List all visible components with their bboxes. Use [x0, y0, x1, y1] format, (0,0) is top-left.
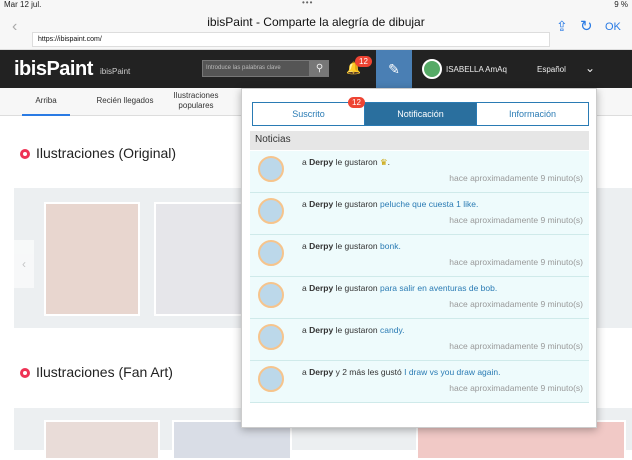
- notification-time: hace aproximadamente 9 minuto(s): [449, 257, 583, 267]
- tab-notificacion[interactable]: Notificación: [365, 103, 477, 125]
- avatar: [258, 156, 284, 182]
- notification-item[interactable]: a Derpy y 2 más les gustó I draw vs you …: [250, 361, 589, 403]
- username[interactable]: ISABELLA AmAq: [446, 65, 507, 74]
- notification-item[interactable]: a Derpy le gustaron para salir en aventu…: [250, 277, 589, 319]
- notification-text: a Derpy y 2 más les gustó I draw vs you …: [302, 367, 501, 377]
- share-icon[interactable]: ⇪: [556, 18, 568, 35]
- notification-time: hace aproximadamente 9 minuto(s): [449, 173, 583, 183]
- carousel-left-icon[interactable]: ‹: [14, 240, 34, 288]
- thumbnail[interactable]: [44, 420, 160, 460]
- thumbnail[interactable]: [154, 202, 250, 316]
- edit-icon[interactable]: ✎: [376, 50, 412, 88]
- logo[interactable]: ibisPaint: [14, 58, 93, 81]
- avatar: [258, 240, 284, 266]
- page-title: ibisPaint - Comparte la alegría de dibuj…: [207, 15, 425, 29]
- notification-time: hace aproximadamente 9 minuto(s): [449, 383, 583, 393]
- crown-icon: ♛: [380, 157, 388, 167]
- notification-time: hace aproximadamente 9 minuto(s): [449, 215, 583, 225]
- notification-item[interactable]: a Derpy le gustaron bonk. hace aproximad…: [250, 235, 589, 277]
- notification-time: hace aproximadamente 9 minuto(s): [449, 299, 583, 309]
- rainbow-icon: [20, 368, 30, 378]
- tab-arriba[interactable]: Arriba: [22, 88, 70, 116]
- language-select[interactable]: Español: [537, 65, 566, 74]
- section-title-original: Ilustraciones (Original): [20, 145, 176, 161]
- notification-item[interactable]: a Derpy le gustaron candy. hace aproxima…: [250, 319, 589, 361]
- rainbow-icon: [20, 149, 30, 159]
- reload-icon[interactable]: ↻: [580, 17, 593, 35]
- search-input[interactable]: Introduce las palabras clave: [202, 60, 310, 77]
- tab-recien-llegados[interactable]: Recién llegados: [90, 88, 160, 116]
- notification-tab-badge: 12: [348, 97, 365, 108]
- notification-item[interactable]: a Derpy le gustaron ♛. hace aproximadame…: [250, 151, 589, 193]
- notification-text: a Derpy le gustaron ♛.: [302, 157, 391, 167]
- search-icon[interactable]: ⚲: [310, 60, 329, 77]
- url-field[interactable]: https://ibispaint.com/: [32, 32, 550, 47]
- site-header: ibisPaint ibisPaint Introduce las palabr…: [0, 50, 632, 88]
- section-title-fanart: Ilustraciones (Fan Art): [20, 364, 173, 380]
- tab-dots-icon[interactable]: •••: [302, 0, 313, 7]
- thumbnail[interactable]: [44, 202, 140, 316]
- notification-item[interactable]: a Derpy le gustaron peluche que cuesta 1…: [250, 193, 589, 235]
- logo-subtitle: ibisPaint: [100, 67, 131, 76]
- tab-ilustraciones-populares[interactable]: Ilustraciones populares: [168, 88, 224, 116]
- browser-toolbar: ‹ ibisPaint - Comparte la alegría de dib…: [0, 10, 632, 50]
- avatar: [258, 282, 284, 308]
- battery-level: 9 %: [614, 0, 628, 9]
- notification-badge: 12: [355, 56, 372, 67]
- avatar: [258, 324, 284, 350]
- tab-informacion[interactable]: Información: [477, 103, 588, 125]
- tab-suscrito[interactable]: Suscrito: [253, 103, 365, 125]
- status-time: Mar 12 jul.: [4, 0, 42, 9]
- notifications-panel: Suscrito Notificación Información Notici…: [241, 88, 597, 428]
- notification-text: a Derpy le gustaron bonk.: [302, 241, 401, 251]
- done-button[interactable]: OK: [605, 21, 621, 33]
- notification-text: a Derpy le gustaron peluche que cuesta 1…: [302, 199, 479, 209]
- notification-text: a Derpy le gustaron candy.: [302, 325, 405, 335]
- notification-time: hace aproximadamente 9 minuto(s): [449, 341, 583, 351]
- avatar[interactable]: [422, 59, 442, 79]
- notification-list[interactable]: a Derpy le gustaron ♛. hace aproximadame…: [250, 151, 589, 419]
- notification-tabs: Suscrito Notificación Información: [252, 102, 589, 126]
- notification-text: a Derpy le gustaron para salir en aventu…: [302, 283, 498, 293]
- news-header: Noticias: [250, 131, 589, 150]
- status-bar: Mar 12 jul. ••• 9 %: [0, 0, 632, 10]
- chevron-down-icon[interactable]: ⌄: [585, 61, 595, 75]
- avatar: [258, 366, 284, 392]
- avatar: [258, 198, 284, 224]
